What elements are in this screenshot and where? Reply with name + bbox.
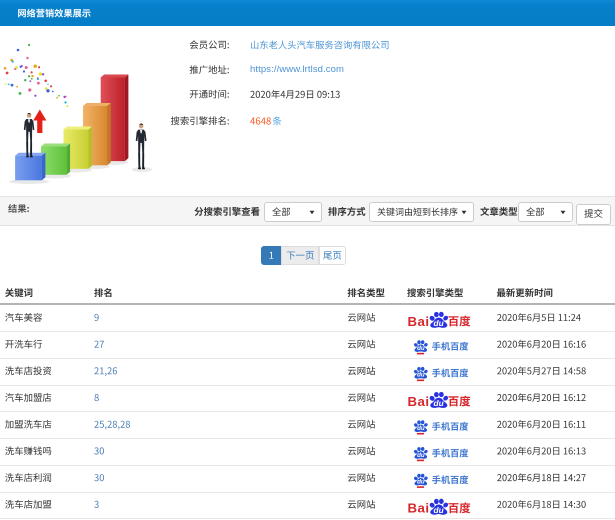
svg-text:Bai: Bai [408, 314, 430, 329]
svg-text:du: du [434, 505, 444, 515]
svg-text:du: du [417, 425, 425, 432]
svg-text:du: du [417, 452, 425, 459]
svg-text:du: du [417, 479, 425, 486]
svg-text:du: du [434, 318, 444, 328]
svg-text:du: du [417, 372, 425, 379]
svg-text:Bai: Bai [408, 501, 430, 516]
svg-text:du: du [417, 345, 425, 352]
svg-text:du: du [434, 398, 444, 408]
svg-text:Bai: Bai [408, 394, 430, 409]
